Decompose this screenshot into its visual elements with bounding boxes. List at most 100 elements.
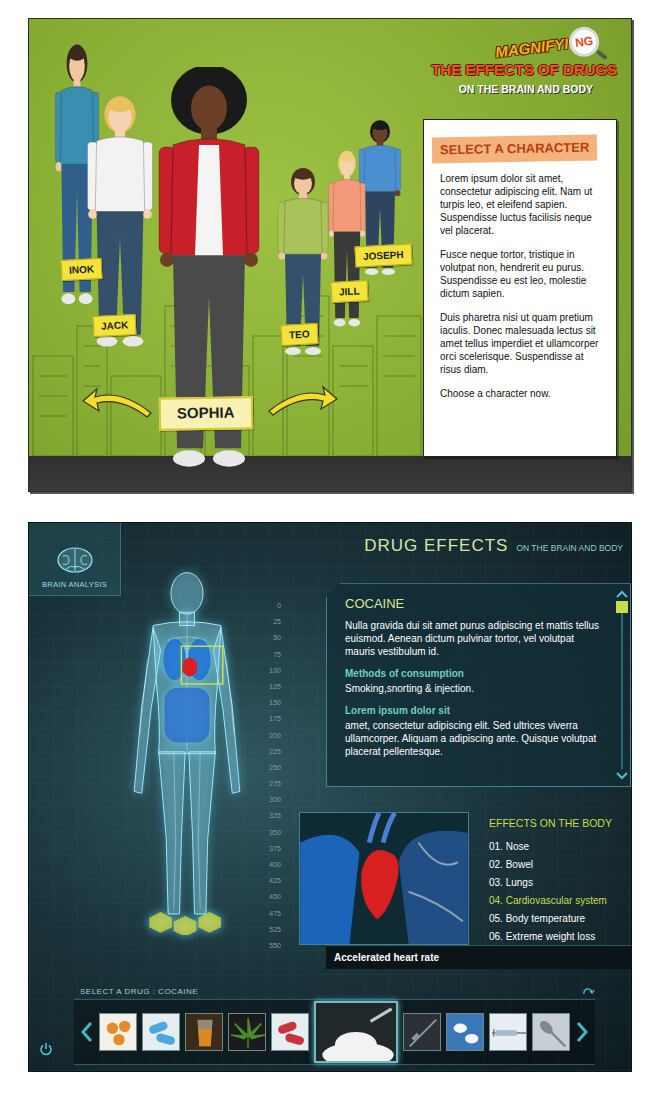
scale-tick: 25 (257, 614, 281, 630)
next-arrow-icon[interactable] (267, 381, 339, 417)
drug-title: COCAINE (345, 594, 606, 614)
section-text: amet, consectetur adipiscing elit. Sed u… (345, 719, 606, 758)
refresh-icon[interactable] (581, 987, 595, 997)
scale-tick: 275 (257, 776, 281, 792)
previous-arrow-icon[interactable] (81, 383, 153, 419)
drug-thumbnail[interactable] (532, 1013, 570, 1051)
logo-word-start: MAGNIFYI (494, 33, 570, 64)
scale-tick: 75 (257, 647, 281, 663)
drug-thumbnail[interactable] (142, 1013, 180, 1051)
drug-thumbnail[interactable] (446, 1013, 484, 1051)
effect-item[interactable]: 03. Lungs (489, 874, 632, 892)
drug-picker: SELECT A DRUG : COCAINE (29, 969, 631, 1071)
panel-prompt: Choose a character now. (440, 387, 602, 400)
pills-icon (100, 1014, 136, 1051)
side-column: MAGNIFYINGTHE EFFECTS OF DRUGSON THE BRA… (423, 19, 617, 491)
character-label[interactable]: INOK (60, 258, 102, 281)
panel-paragraph: Duis pharetra nisi ut quam pretium iacul… (440, 311, 602, 376)
scale-tick: 125 (257, 679, 281, 695)
drug-thumbnail[interactable] (228, 1013, 266, 1051)
logo-subtitle: ON THE BRAIN AND BODY (459, 82, 593, 98)
drug-picker-body: SELECT A DRUG : COCAINE (74, 985, 595, 1071)
scale-tick: 375 (257, 841, 281, 857)
character-figure[interactable] (325, 147, 369, 331)
scale-tick: 475 (257, 906, 281, 922)
section-heading: Lorem ipsum dolor sit (345, 703, 606, 718)
character-label[interactable]: SOPHIA (159, 396, 253, 430)
power-area (29, 1039, 74, 1071)
syringe-icon (490, 1014, 526, 1051)
scale-tick: 325 (257, 808, 281, 824)
scroll-up-icon[interactable] (616, 590, 628, 598)
scale-tick: 175 (257, 711, 281, 727)
scale-tick: 450 (257, 889, 281, 905)
drug-thumbnail[interactable] (185, 1013, 223, 1051)
scrollbar (614, 584, 630, 786)
scale: 0255075100125150175200225250275300325350… (257, 563, 281, 969)
body-column: BRAIN ANALYSIS02550751001251501752002252… (29, 523, 299, 969)
scale-tick: 50 (257, 630, 281, 646)
scale-tick: 425 (257, 873, 281, 889)
scroll-down-icon[interactable] (616, 772, 628, 780)
panel-paragraph: Lorem ipsum dolor sit amet, consectetur … (440, 172, 602, 237)
effect-item[interactable]: 04. Cardiovascular system (489, 892, 632, 910)
scale-tick: 200 (257, 728, 281, 744)
scale-tick: 300 (257, 792, 281, 808)
effect-item[interactable]: 02. Bowel (489, 856, 632, 874)
drug-row (74, 999, 595, 1065)
body-scan-icon (121, 563, 253, 969)
effects-area: EFFECTS ON THE BODY 01. Nose02. Bowel03. … (299, 812, 632, 945)
capsules-icon (143, 1014, 179, 1051)
scale-tick: 250 (257, 760, 281, 776)
tablets-icon (447, 1014, 483, 1051)
scroll-track[interactable] (621, 601, 623, 769)
scale-tick: 400 (257, 857, 281, 873)
logo-title: THE EFFECTS OF DRUGS (431, 59, 617, 82)
character-label[interactable]: JACK (92, 314, 136, 337)
scroll-thumb[interactable] (616, 601, 628, 613)
logo-title-row: THE EFFECTS OF DRUGS (423, 59, 617, 82)
previous-drug-icon[interactable] (80, 1021, 94, 1043)
drug-thumbnail[interactable] (489, 1013, 527, 1051)
scale-tick: 550 (257, 938, 281, 954)
header-title: DRUG EFFECTS (364, 533, 508, 559)
panel-paragraph: Fusce neque tortor, tristique in volutpa… (440, 248, 602, 300)
character-select-screen: INOK JACK SOPHIA TEO JILL JOSEPH MAGNIFYINGTH… (28, 18, 632, 492)
section-text: Smoking,snorting & injection. (345, 682, 606, 695)
brain-analysis-label: BRAIN ANALYSIS (42, 579, 107, 590)
scale-tick: 100 (257, 663, 281, 679)
picker-header: SELECT A DRUG : COCAINE (74, 985, 595, 999)
main-area: BRAIN ANALYSIS02550751001251501752002252… (29, 523, 631, 969)
section-heading: Methods of consumption (345, 666, 606, 681)
next-drug-icon[interactable] (575, 1021, 589, 1043)
drug-thumbnail[interactable] (271, 1013, 309, 1051)
scale-tick: 225 (257, 744, 281, 760)
info-column: DRUG EFFECTS ON THE BRAIN AND BODY COCAINE… (299, 523, 632, 969)
drug-thumbnail[interactable] (314, 1001, 398, 1063)
drug-info-panel: COCAINENulla gravida dui sit amet purus … (326, 583, 631, 787)
character-label[interactable]: TEO (280, 323, 318, 346)
instructions-panel: SELECT A CHARACTERLorem ipsum dolor sit … (423, 119, 617, 457)
header-subtitle: ON THE BRAIN AND BODY (516, 542, 623, 555)
effects-heading: EFFECTS ON THE BODY (489, 816, 632, 832)
leaf-icon (229, 1014, 265, 1051)
drug-thumbnail[interactable] (99, 1013, 137, 1051)
needle-icon (404, 1014, 440, 1051)
drug-thumbnail[interactable] (403, 1013, 441, 1051)
spoon-icon (533, 1014, 569, 1051)
character-label[interactable]: JOSEPH (354, 244, 412, 268)
heart-closeup-icon (299, 812, 469, 945)
effect-item[interactable]: 01. Nose (489, 838, 632, 856)
magnifier-logo: NG (567, 25, 600, 58)
effect-item[interactable]: 06. Extreme weight loss (489, 928, 632, 946)
header: DRUG EFFECTS ON THE BRAIN AND BODY (299, 523, 632, 583)
effect-item[interactable]: 05. Body temperature (489, 910, 632, 928)
power-icon[interactable] (39, 1042, 53, 1056)
powder-icon (316, 1003, 396, 1063)
character-label[interactable]: JILL (330, 280, 368, 303)
brain-analysis-button[interactable]: BRAIN ANALYSIS (29, 523, 121, 596)
effect-detail: Accelerated heart rate (326, 945, 632, 969)
capsules-icon (272, 1014, 308, 1051)
brain-icon (55, 545, 95, 575)
character-stage: INOK JACK SOPHIA TEO JILL JOSEPH (29, 19, 423, 492)
